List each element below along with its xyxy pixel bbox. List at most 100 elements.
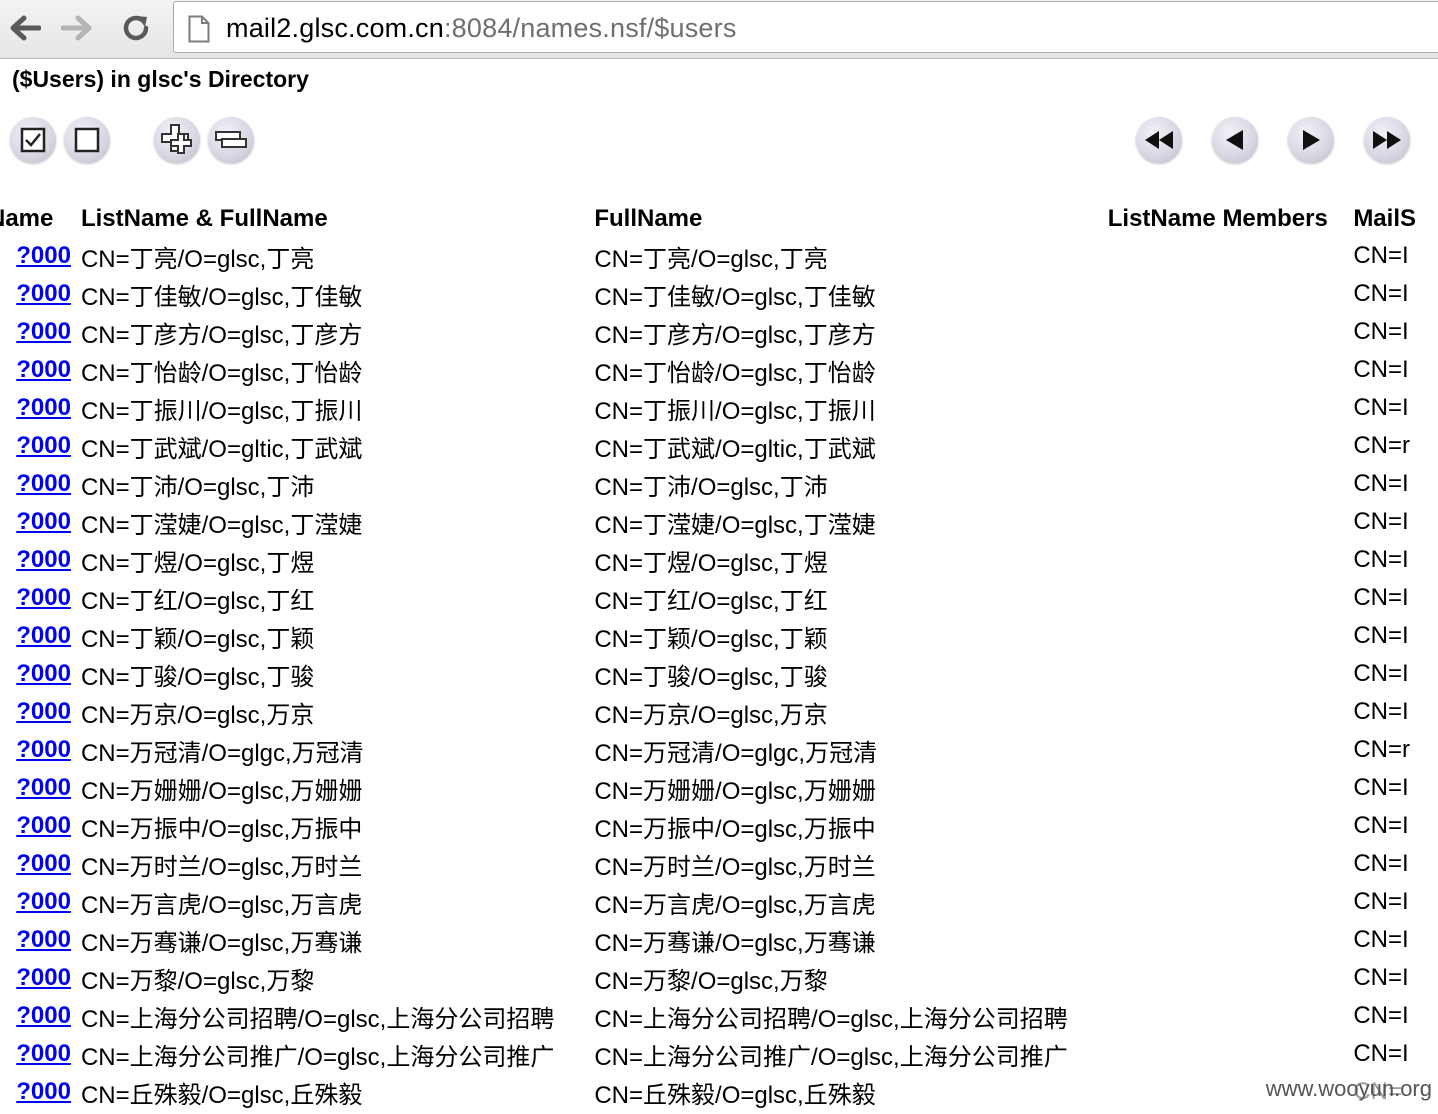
deselect-all-button[interactable] [64,117,110,163]
fullname-cell: CN=丁颖/O=glsc,丁颖 [594,625,828,653]
url-host: mail2.glsc.com.cn [226,13,444,43]
reload-button[interactable] [116,8,156,48]
listname-members-cell [1108,1035,1354,1073]
fullname-cell: CN=万黎/O=glsc,万黎 [594,967,828,995]
listname-members-cell [1108,693,1354,731]
listname-members-cell [1108,807,1354,845]
document-link[interactable]: ?000 [16,432,71,459]
fullname-cell: CN=丁滢婕/O=glsc,丁滢婕 [594,511,876,539]
document-link[interactable]: ?000 [16,1002,71,1029]
document-link[interactable]: ?000 [16,698,71,725]
name-cell: ?000 [0,807,81,845]
fullname-cell: CN=丁红/O=glsc,丁红 [594,587,828,615]
back-button[interactable] [4,8,44,48]
column-header-listname-fullname[interactable]: ListName & FullName [81,201,594,237]
document-link[interactable]: ?000 [16,280,71,307]
document-link[interactable]: ?000 [16,1078,71,1105]
name-cell: ?000 [0,1073,81,1111]
table-row: ?000 CN=万言虎/O=glsc,万言虎 CN=万言虎/O=glsc,万言虎 CN… [0,883,1426,921]
name-cell: ?000 [0,389,81,427]
table-row: ?000 CN=丁沛/O=glsc,丁沛 CN=丁沛/O=glsc,丁沛 CN=I [0,465,1426,503]
mailserver-cell: CN=I [1353,698,1409,725]
fullname-cell: CN=丁骏/O=glsc,丁骏 [594,663,828,691]
document-link[interactable]: ?000 [16,546,71,573]
document-link[interactable]: ?000 [16,888,71,915]
mailserver-cell: CN=I [1353,622,1409,649]
table-row: ?000 CN=丁振川/O=glsc,丁振川 CN=丁振川/O=glsc,丁振川 CN… [0,389,1426,427]
document-link[interactable]: ?000 [16,736,71,763]
table-row: ?000 CN=丁颖/O=glsc,丁颖 CN=丁颖/O=glsc,丁颖 CN=I [0,617,1426,655]
mailserver-cell: CN=r [1353,736,1410,763]
document-link[interactable]: ?000 [16,660,71,687]
address-bar[interactable]: mail2.glsc.com.cn:8084/names.nsf/$users [173,1,1438,53]
expand-all-button[interactable] [154,117,200,163]
fullname-cell: CN=万时兰/O=glsc,万时兰 [594,853,876,881]
table-row: ?000 CN=万骞谦/O=glsc,万骞谦 CN=万骞谦/O=glsc,万骞谦 CN… [0,921,1426,959]
fullname-cell: CN=丁煜/O=glsc,丁煜 [594,549,828,577]
table-row: ?000 CN=丁彦方/O=glsc,丁彦方 CN=丁彦方/O=glsc,丁彦方 CN… [0,313,1426,351]
listname-fullname-cell: CN=万冠清/O=glgc,万冠清 [80,739,364,767]
document-link[interactable]: ?000 [16,622,71,649]
name-cell: ?000 [0,503,81,541]
collapse-all-button[interactable] [208,117,254,163]
fullname-cell: CN=万冠清/O=glgc,万冠清 [594,739,878,767]
next-page-icon [1303,130,1320,150]
document-link[interactable]: ?000 [16,508,71,535]
name-cell: ?000 [0,579,81,617]
mailserver-cell: CN=I [1353,242,1409,269]
next-page-button[interactable] [1288,117,1334,163]
document-link[interactable]: ?000 [16,812,71,839]
select-all-button[interactable] [10,117,56,163]
document-link[interactable]: ?000 [16,850,71,877]
mailserver-cell: CN=I [1353,812,1409,839]
listname-members-cell [1108,845,1354,883]
name-cell: ?000 [0,427,81,465]
name-cell: ?000 [0,845,81,883]
listname-members-cell [1108,503,1354,541]
name-cell: ?000 [0,959,81,997]
listname-members-cell [1108,237,1354,275]
document-link[interactable]: ?000 [16,964,71,991]
fullname-cell: CN=万振中/O=glsc,万振中 [594,815,876,843]
mailserver-cell: CN=I [1353,546,1409,573]
listname-members-cell [1108,389,1354,427]
forward-button[interactable] [58,8,98,48]
table-row: ?000 CN=丁滢婕/O=glsc,丁滢婕 CN=丁滢婕/O=glsc,丁滢婕 CN… [0,503,1426,541]
document-link[interactable]: ?000 [16,394,71,421]
listname-members-cell [1108,655,1354,693]
page-icon [188,15,210,43]
document-link[interactable]: ?000 [16,242,71,269]
mailserver-cell: CN=I [1353,660,1409,687]
select-all-icon [20,127,46,153]
column-header-fullname[interactable]: FullName [594,201,1107,237]
first-page-button[interactable] [1136,117,1182,163]
column-header-name[interactable]: Name [0,201,81,237]
fullname-cell: CN=丁亮/O=glsc,丁亮 [594,245,828,273]
document-link[interactable]: ?000 [16,356,71,383]
name-cell: ?000 [0,237,81,275]
name-cell: ?000 [0,921,81,959]
name-cell: ?000 [0,769,81,807]
table-row: ?000 CN=丁佳敏/O=glsc,丁佳敏 CN=丁佳敏/O=glsc,丁佳敏 CN… [0,275,1426,313]
name-cell: ?000 [0,1035,81,1073]
last-page-button[interactable] [1364,117,1410,163]
listname-fullname-cell: CN=丁颖/O=glsc,丁颖 [80,625,315,653]
document-link[interactable]: ?000 [16,1040,71,1067]
previous-page-button[interactable] [1212,117,1258,163]
listname-fullname-cell: CN=万时兰/O=glsc,万时兰 [80,853,363,881]
listname-fullname-cell: CN=上海分公司推广/O=glsc,上海分公司推广 [80,1043,555,1071]
fullname-cell: CN=丁佳敏/O=glsc,丁佳敏 [594,283,876,311]
document-link[interactable]: ?000 [16,318,71,345]
document-link[interactable]: ?000 [16,926,71,953]
document-link[interactable]: ?000 [16,774,71,801]
fullname-cell: CN=万姗姗/O=glsc,万姗姗 [594,777,876,805]
document-link[interactable]: ?000 [16,470,71,497]
name-cell: ?000 [0,465,81,503]
column-header-mailserver[interactable]: MailS [1353,201,1426,237]
document-link[interactable]: ?000 [16,584,71,611]
listname-members-cell [1108,579,1354,617]
column-header-listname-members[interactable]: ListName Members [1108,201,1354,237]
fullname-cell: CN=上海分公司推广/O=glsc,上海分公司推广 [594,1043,1068,1071]
listname-fullname-cell: CN=万黎/O=glsc,万黎 [80,967,315,995]
listname-fullname-cell: CN=丁沛/O=glsc,丁沛 [80,473,315,501]
